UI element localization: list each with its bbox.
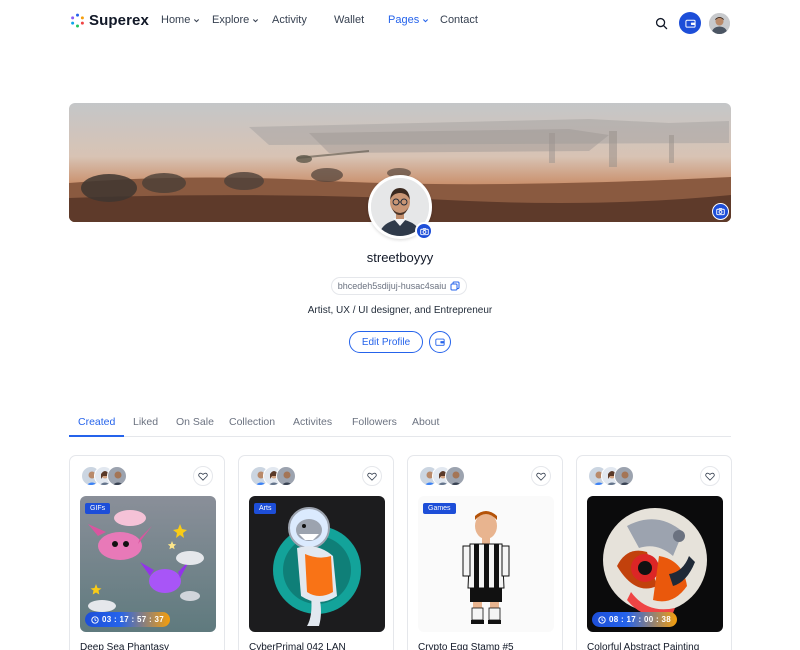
nft-card[interactable]: Games Crypto Egg Stamp #5 <box>407 455 563 650</box>
tab-collection[interactable]: Collection <box>229 416 275 428</box>
change-cover-button[interactable] <box>712 203 729 220</box>
search-button[interactable] <box>653 15 669 31</box>
change-avatar-button[interactable] <box>415 222 433 240</box>
tab-about[interactable]: About <box>412 416 439 428</box>
nft-artwork <box>418 496 554 632</box>
brand-logo[interactable]: Superex <box>70 12 149 29</box>
like-button[interactable] <box>362 466 382 486</box>
nft-image[interactable]: 08 : 17 : 00 : 38 <box>587 496 723 632</box>
wallet-address: bhcedeh5sdijuj-husac4saiu <box>337 281 447 291</box>
profile-bio: Artist, UX / UI designer, and Entreprene… <box>307 305 493 316</box>
nav-home[interactable]: Home <box>161 14 212 26</box>
tab-activites[interactable]: Activites <box>293 416 332 428</box>
nav-activity-label: Activity <box>272 14 307 26</box>
like-button[interactable] <box>193 466 213 486</box>
logo-mark-icon <box>71 13 84 28</box>
nav-home-label: Home <box>161 14 191 26</box>
nft-card[interactable]: Arts CyberPrimal 042 LAN <box>238 455 394 650</box>
main-nav: Home Explore Activity Wallet Pages Conta… <box>161 14 478 26</box>
heart-icon <box>367 472 377 481</box>
chevron-down-icon <box>253 18 259 22</box>
nft-title[interactable]: Crypto Egg Stamp #5 <box>418 642 514 650</box>
nft-title[interactable]: CyberPrimal 042 LAN <box>249 642 346 650</box>
chevron-down-icon <box>194 18 200 22</box>
heart-icon <box>198 472 208 481</box>
tab-on-sale[interactable]: On Sale <box>176 416 214 428</box>
nav-explore-label: Explore <box>212 14 250 26</box>
nav-wallet[interactable]: Wallet <box>334 14 388 26</box>
camera-icon <box>419 227 429 235</box>
nft-title[interactable]: Deep Sea Phantasy <box>80 642 169 650</box>
nft-image[interactable]: GIFs 03 : 17 : 57 : 37 <box>80 496 216 632</box>
nav-contact-label: Contact <box>440 14 478 26</box>
brand-name: Superex <box>89 12 149 29</box>
owner-avatar[interactable] <box>445 466 465 486</box>
nft-card[interactable]: 08 : 17 : 00 : 38 Colorful Abstract Pain… <box>576 455 732 650</box>
like-button[interactable] <box>531 466 551 486</box>
profile-username: streetboyyy <box>366 250 434 265</box>
active-tab-indicator <box>69 434 124 437</box>
owner-avatars <box>588 466 634 486</box>
nft-artwork <box>249 496 385 632</box>
nft-image[interactable]: Games <box>418 496 554 632</box>
header-actions <box>653 12 730 34</box>
camera-icon <box>716 208 725 216</box>
top-navbar: Superex Home Explore Activity Wallet Pag… <box>0 0 800 44</box>
wallet-button[interactable] <box>679 12 701 34</box>
owner-avatar[interactable] <box>614 466 634 486</box>
clock-icon <box>598 615 606 624</box>
edit-profile-button[interactable]: Edit Profile <box>349 331 423 353</box>
tab-followers[interactable]: Followers <box>352 416 397 428</box>
wallet-icon <box>684 19 696 28</box>
owner-avatars <box>250 466 296 486</box>
tab-created[interactable]: Created <box>78 416 115 428</box>
tab-liked[interactable]: Liked <box>133 416 158 428</box>
heart-icon <box>536 472 546 481</box>
nav-explore[interactable]: Explore <box>212 14 272 26</box>
profile-avatar-wrapper <box>368 175 433 240</box>
copy-icon[interactable] <box>450 281 460 291</box>
auction-timer: 08 : 17 : 00 : 38 <box>592 612 678 627</box>
nft-title[interactable]: Colorful Abstract Painting <box>587 642 699 650</box>
owner-avatar[interactable] <box>107 466 127 486</box>
nav-activity[interactable]: Activity <box>272 14 334 26</box>
nft-image[interactable]: Arts <box>249 496 385 632</box>
nav-wallet-label: Wallet <box>334 14 365 26</box>
auction-timer: 03 : 17 : 57 : 37 <box>85 612 171 627</box>
profile-wallet-button[interactable] <box>429 331 451 353</box>
category-badge: Arts <box>254 503 277 514</box>
auction-timer-value: 03 : 17 : 57 : 37 <box>102 615 165 624</box>
wallet-address-pill: bhcedeh5sdijuj-husac4saiu <box>331 277 467 295</box>
search-icon <box>655 17 667 29</box>
nav-contact[interactable]: Contact <box>440 14 478 26</box>
user-avatar[interactable] <box>709 12 730 34</box>
owner-avatars <box>419 466 465 486</box>
auction-timer-value: 08 : 17 : 00 : 38 <box>609 615 672 624</box>
clock-icon <box>91 615 99 624</box>
nft-card[interactable]: GIFs 03 : 17 : 57 : 37 Deep Sea Phantasy <box>69 455 225 650</box>
like-button[interactable] <box>700 466 720 486</box>
chevron-down-icon <box>423 18 429 22</box>
owner-avatars <box>81 466 127 486</box>
wallet-icon <box>435 338 445 346</box>
nav-pages-label: Pages <box>388 14 420 26</box>
owner-avatar[interactable] <box>276 466 296 486</box>
category-badge: Games <box>423 503 456 514</box>
category-badge: GIFs <box>85 503 111 514</box>
profile-tabs: Created Liked On Sale Collection Activit… <box>69 416 731 437</box>
heart-icon <box>705 472 715 481</box>
user-avatar-image <box>709 12 730 34</box>
nav-pages[interactable]: Pages <box>388 14 440 26</box>
